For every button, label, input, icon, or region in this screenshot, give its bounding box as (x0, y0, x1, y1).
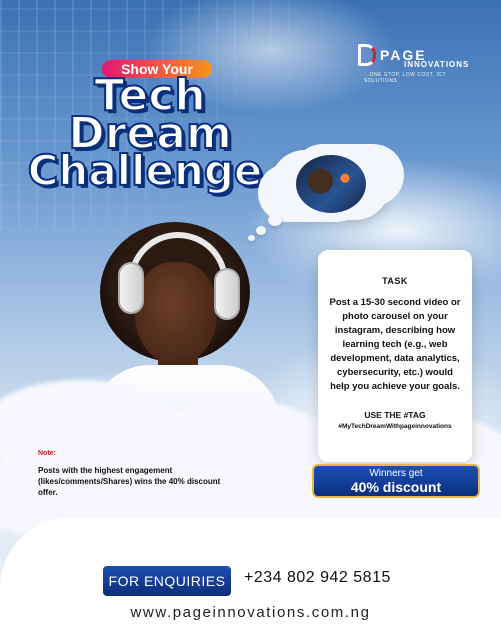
headphone-left-icon (118, 262, 144, 314)
title-line-challenge: Challenge (27, 145, 264, 196)
headphone-right-icon (214, 268, 240, 320)
task-card: TASK Post a 15-30 second video or photo … (318, 250, 472, 462)
task-hashtag: #MyTechDreamWithpageinnovations (338, 423, 452, 430)
website-link[interactable]: www.pageinnovations.com.ng (0, 604, 501, 621)
logo-mark-icon (358, 44, 376, 66)
note-text: Posts with the highest engagement (likes… (38, 466, 221, 497)
thought-image (296, 155, 366, 213)
phone-number[interactable]: +234 802 942 5815 (244, 569, 391, 587)
discount-line1: Winners get (369, 468, 423, 479)
discount-line2: 40% discount (350, 479, 442, 495)
task-title: TASK (382, 276, 408, 286)
note-label: Note: (38, 450, 56, 457)
logo-tagline: ...ONE STOP, LOW COST, ICT SOLUTIONS (364, 72, 446, 84)
woman-face (135, 262, 217, 364)
thought-bubble-dot (268, 214, 282, 226)
thought-bubble-dot (256, 226, 266, 235)
task-use-label: USE THE #TAG (364, 410, 426, 420)
enquiries-button[interactable]: FOR ENQUIRIES (103, 566, 231, 596)
thought-bubble-dot (248, 235, 255, 241)
poster: Show Your Tech Dream Challenge PAGE INNO… (0, 0, 501, 640)
brand-logo: PAGE INNOVATIONS ...ONE STOP, LOW COST, … (358, 44, 478, 84)
discount-banner: Winners get 40% discount (312, 464, 480, 498)
task-body: Post a 15-30 second video or photo carou… (329, 297, 461, 392)
logo-sub: INNOVATIONS (404, 60, 470, 69)
